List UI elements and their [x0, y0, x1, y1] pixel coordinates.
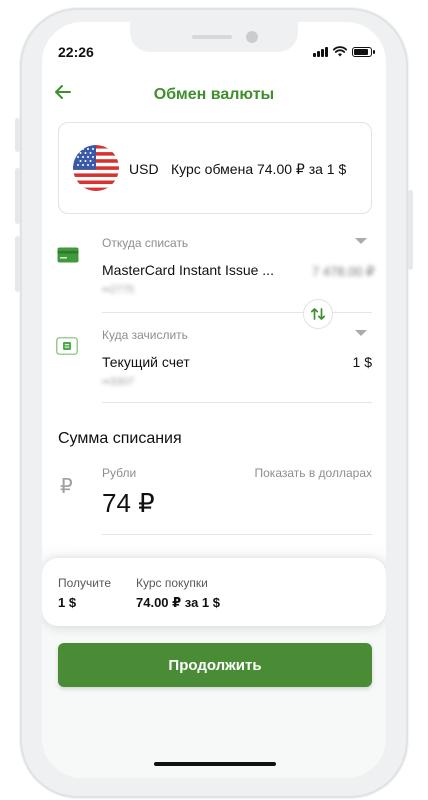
show-in-dollars-link[interactable]: Показать в долларах: [255, 466, 373, 480]
us-flag-icon: [73, 145, 119, 191]
wifi-icon: [333, 46, 347, 57]
signal-icon: [313, 46, 328, 57]
notch-speaker: [192, 35, 232, 39]
battery-icon: [352, 47, 375, 57]
exchange-rate-card: USD Курс обмена 74.00 ₽ за 1 $: [58, 122, 372, 214]
side-button: [15, 118, 20, 152]
purchase-rate-value: 74.00 ₽ за 1 $: [136, 595, 221, 610]
home-indicator: [154, 762, 276, 766]
divider: [102, 402, 372, 403]
credit-card-icon: [57, 247, 79, 263]
receive-label: Получите: [58, 576, 112, 590]
chevron-down-icon[interactable]: [355, 238, 367, 244]
section-title: Сумма списания: [58, 430, 182, 447]
divider: [102, 534, 372, 535]
summary-card: Получите 1 $ Курс покупки 74.00 ₽ за 1 $: [42, 558, 386, 626]
page-title: Обмен валюты: [153, 86, 275, 103]
swap-accounts-button[interactable]: [303, 299, 333, 329]
status-time: 22:26: [58, 44, 94, 60]
receive-value: 1 $: [58, 595, 77, 610]
to-account-label: Куда зачислить: [102, 328, 188, 342]
amount-input[interactable]: 74 ₽: [102, 488, 155, 519]
from-account-label: Откуда списать: [102, 236, 189, 250]
side-button: [408, 190, 413, 270]
from-account-name[interactable]: MasterCard Instant Issue ...: [102, 262, 274, 278]
account-icon: [56, 337, 78, 355]
from-account-number: ••2775: [102, 284, 135, 296]
purchase-rate-label: Курс покупки: [136, 576, 208, 590]
amount-currency-label: Рубли: [102, 466, 137, 480]
ruble-icon: ₽: [60, 476, 73, 498]
to-account-name[interactable]: Текущий счет: [102, 354, 190, 370]
side-button: [15, 236, 20, 292]
continue-button[interactable]: Продолжить: [58, 643, 372, 687]
notch-camera: [246, 31, 258, 43]
exchange-rate-text: Курс обмена 74.00 ₽ за 1 $: [171, 161, 347, 177]
chevron-down-icon[interactable]: [355, 330, 367, 336]
side-button: [15, 168, 20, 224]
swap-arrows-icon: [310, 308, 326, 320]
status-icons: [313, 46, 375, 57]
from-account-balance: 7 478.00 ₽: [312, 264, 375, 279]
to-account-number: ••3307: [102, 376, 135, 388]
currency-code: USD: [129, 161, 159, 177]
to-account-balance: 1 $: [352, 354, 372, 370]
app-screen: 22:26 Обмен валюты USD Курс обмена 74.00…: [42, 22, 386, 778]
